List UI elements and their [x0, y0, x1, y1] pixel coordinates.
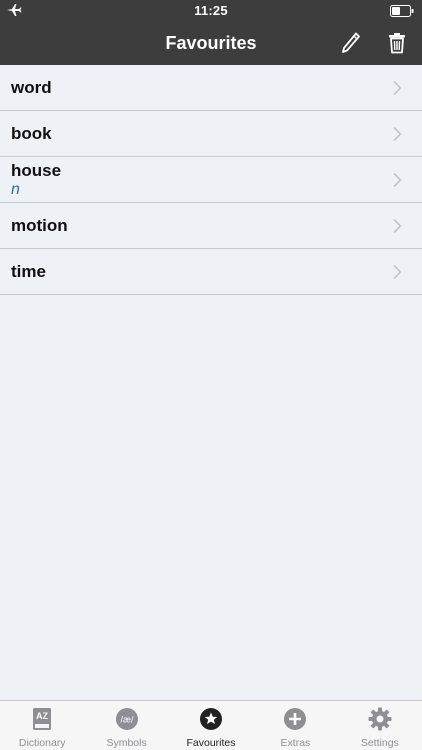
- tab-label: Dictionary: [18, 737, 66, 749]
- list-item[interactable]: motion: [0, 203, 422, 249]
- star-icon: [200, 708, 223, 730]
- list-item[interactable]: word: [0, 65, 422, 111]
- chevron-right-icon: [393, 126, 402, 142]
- favourite-word: book: [11, 124, 52, 143]
- tab-label: Symbols: [106, 737, 147, 749]
- delete-button[interactable]: [384, 30, 410, 56]
- chevron-right-icon: [393, 80, 402, 96]
- list-item[interactable]: book: [0, 111, 422, 157]
- status-time: 11:25: [194, 3, 228, 18]
- battery-icon: [390, 5, 414, 17]
- chevron-right-icon: [393, 172, 402, 188]
- tab-dictionary[interactable]: AZ Dictionary: [0, 701, 84, 750]
- list-item[interactable]: house n: [0, 157, 422, 203]
- navigation-bar: Favourites: [0, 22, 422, 65]
- tab-extras[interactable]: Extras: [253, 701, 337, 750]
- symbols-ipa-icon: /æ/: [115, 708, 138, 730]
- gear-icon: [368, 707, 392, 731]
- pencil-icon: [342, 32, 360, 53]
- favourites-list: word book house n motion time: [0, 65, 422, 295]
- svg-text:AZ: AZ: [36, 711, 48, 721]
- plus-icon: [284, 708, 307, 730]
- trash-icon: [389, 33, 405, 54]
- dictionary-az-icon: AZ: [33, 708, 52, 730]
- tab-label: Settings: [360, 737, 399, 749]
- tab-bar: AZ Dictionary /æ/ Symbols Favourites Ext…: [0, 700, 422, 750]
- tab-label: Extras: [280, 737, 311, 749]
- tab-settings[interactable]: Settings: [338, 701, 422, 750]
- edit-button[interactable]: [338, 30, 364, 56]
- status-bar: 11:25: [0, 0, 422, 22]
- favourite-word: house: [11, 161, 62, 180]
- favourite-word: word: [11, 78, 52, 97]
- favourite-word: motion: [11, 216, 68, 235]
- tab-favourites[interactable]: Favourites: [169, 701, 253, 750]
- list-item[interactable]: time: [0, 249, 422, 295]
- top-bar: 11:25 Favourites: [0, 0, 422, 65]
- part-of-speech: n: [11, 181, 20, 198]
- tab-label: Favourites: [186, 737, 236, 749]
- tab-symbols[interactable]: /æ/ Symbols: [84, 701, 168, 750]
- favourite-word: time: [11, 262, 46, 281]
- chevron-right-icon: [393, 218, 402, 234]
- svg-text:/æ/: /æ/: [120, 715, 134, 725]
- chevron-right-icon: [393, 264, 402, 280]
